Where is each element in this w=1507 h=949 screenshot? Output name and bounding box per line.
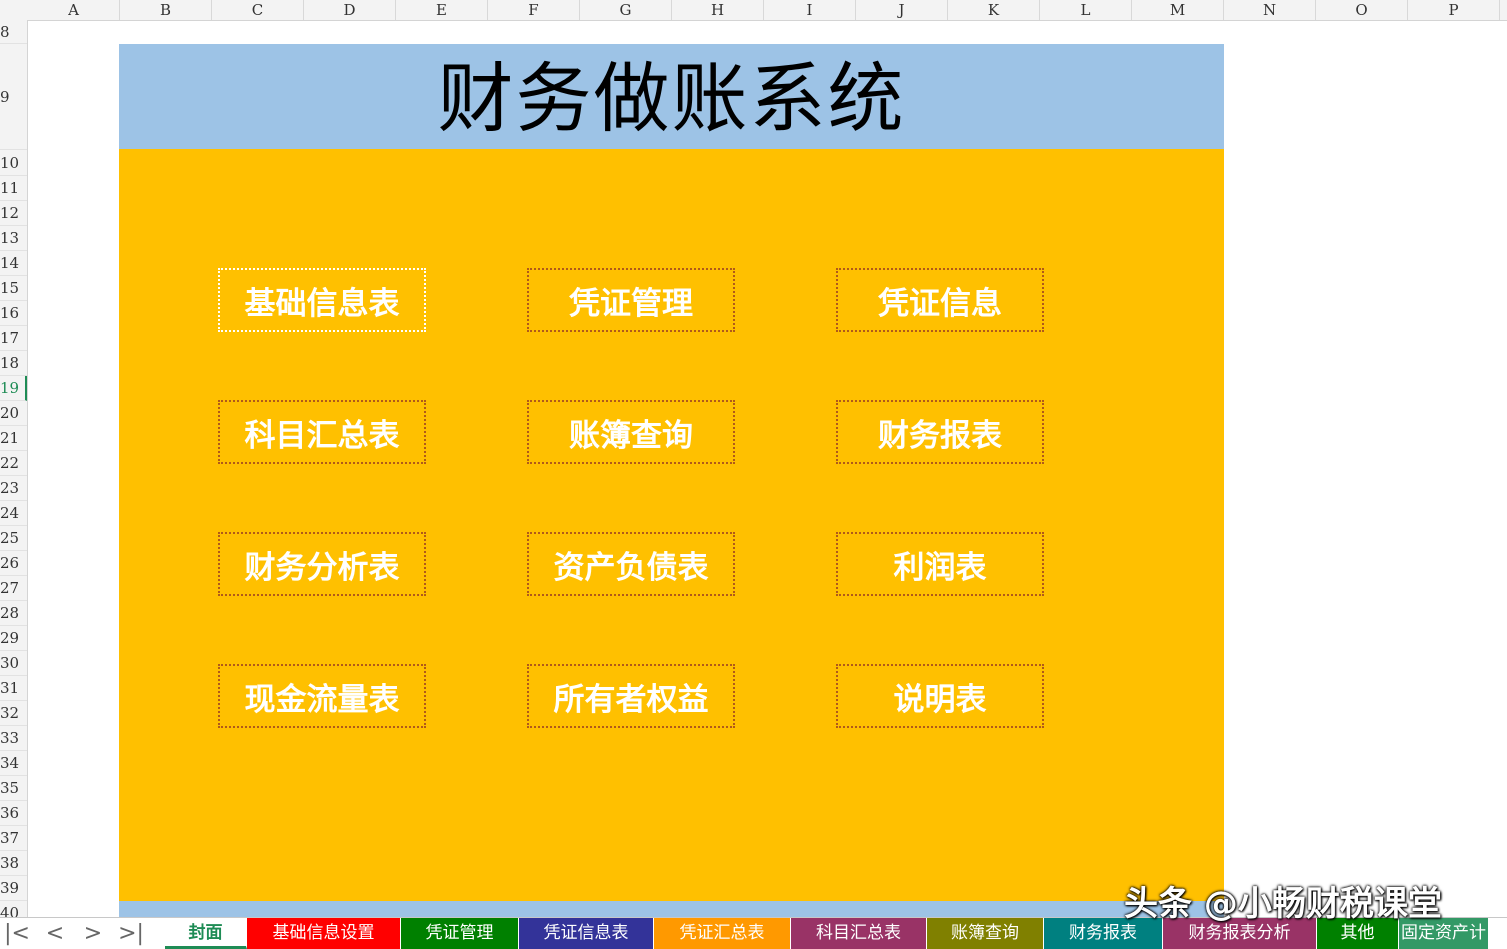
menu-button-6[interactable]: 财务报表 — [836, 400, 1044, 464]
row-header-34[interactable]: 34 — [0, 751, 27, 776]
row-header-25[interactable]: 25 — [0, 526, 27, 551]
column-header-o[interactable]: O — [1316, 0, 1408, 20]
column-header-bar: ABCDEFGHIJKLMNOP — [0, 0, 1507, 21]
menu-button-3[interactable]: 凭证信息 — [836, 268, 1044, 332]
row-header-40[interactable]: 40 — [0, 901, 27, 917]
column-header-l[interactable]: L — [1040, 0, 1132, 20]
row-header-10[interactable]: 10 — [0, 150, 27, 176]
menu-button-8[interactable]: 资产负债表 — [527, 532, 735, 596]
row-header-17[interactable]: 17 — [0, 326, 27, 351]
row-header-20[interactable]: 20 — [0, 401, 27, 426]
row-header-9[interactable]: 9 — [0, 44, 27, 150]
menu-button-11[interactable]: 所有者权益 — [527, 664, 735, 728]
sheet-tab-2[interactable]: 基础信息设置 — [247, 918, 401, 949]
first-sheet-button[interactable]: |< — [2, 918, 32, 949]
column-header-n[interactable]: N — [1224, 0, 1316, 20]
row-header-16[interactable]: 16 — [0, 301, 27, 326]
row-header-13[interactable]: 13 — [0, 226, 27, 251]
column-header-h[interactable]: H — [672, 0, 764, 20]
column-header-k[interactable]: K — [948, 0, 1040, 20]
menu-button-5[interactable]: 账簿查询 — [527, 400, 735, 464]
row-header-14[interactable]: 14 — [0, 251, 27, 276]
row-header-32[interactable]: 32 — [0, 701, 27, 726]
column-header-e[interactable]: E — [396, 0, 488, 20]
row-header-29[interactable]: 29 — [0, 626, 27, 651]
row-header-12[interactable]: 12 — [0, 201, 27, 226]
column-header-p[interactable]: P — [1408, 0, 1500, 20]
column-header-c[interactable]: C — [212, 0, 304, 20]
menu-button-12[interactable]: 说明表 — [836, 664, 1044, 728]
column-header-i[interactable]: I — [764, 0, 856, 20]
sheet-tab-1[interactable]: 封面 — [165, 918, 247, 949]
row-header-21[interactable]: 21 — [0, 426, 27, 451]
menu-button-2[interactable]: 凭证管理 — [527, 268, 735, 332]
row-header-35[interactable]: 35 — [0, 776, 27, 801]
row-header-33[interactable]: 33 — [0, 726, 27, 751]
row-header-23[interactable]: 23 — [0, 476, 27, 501]
column-header-b[interactable]: B — [120, 0, 212, 20]
row-header-30[interactable]: 30 — [0, 651, 27, 676]
row-header-31[interactable]: 31 — [0, 676, 27, 701]
column-header-f[interactable]: F — [488, 0, 580, 20]
bottom-band — [119, 901, 1224, 917]
column-header-g[interactable]: G — [580, 0, 672, 20]
row-header-28[interactable]: 28 — [0, 601, 27, 626]
row-header-24[interactable]: 24 — [0, 501, 27, 526]
row-header-22[interactable]: 22 — [0, 451, 27, 476]
row-header-36[interactable]: 36 — [0, 801, 27, 826]
row-header-37[interactable]: 37 — [0, 826, 27, 851]
menu-button-9[interactable]: 利润表 — [836, 532, 1044, 596]
title-band: 财务做账系统 — [119, 44, 1224, 149]
sheet-tab-6[interactable]: 科目汇总表 — [791, 918, 927, 949]
menu-button-7[interactable]: 财务分析表 — [218, 532, 426, 596]
column-header-j[interactable]: J — [856, 0, 948, 20]
sheet-tab-5[interactable]: 凭证汇总表 — [654, 918, 791, 949]
row-header-bar: 8 9 10 11 12 13 14 15 16 17 18 19 20 21 22 23 24 25 26 27 28… — [0, 20, 28, 917]
menu-button-10[interactable]: 现金流量表 — [218, 664, 426, 728]
next-sheet-button[interactable]: > — [78, 918, 108, 949]
sheet-tab-4[interactable]: 凭证信息表 — [519, 918, 654, 949]
menu-button-4[interactable]: 科目汇总表 — [218, 400, 426, 464]
row-header-39[interactable]: 39 — [0, 876, 27, 901]
column-header-a[interactable]: A — [28, 0, 120, 20]
column-header-d[interactable]: D — [304, 0, 396, 20]
row-header-38[interactable]: 38 — [0, 851, 27, 876]
row-header-26[interactable]: 26 — [0, 551, 27, 576]
menu-button-1[interactable]: 基础信息表 — [218, 268, 426, 332]
row-header-19[interactable]: 19 — [0, 376, 27, 401]
column-header-m[interactable]: M — [1132, 0, 1224, 20]
row-header-18[interactable]: 18 — [0, 351, 27, 376]
sheet-tab-7[interactable]: 账簿查询 — [927, 918, 1044, 949]
row-header-15[interactable]: 15 — [0, 276, 27, 301]
main-menu-panel: 基础信息表 凭证管理 凭证信息科目汇总表 账簿查询 财务报表财务分析表 资产负债表 利润表现… — [119, 149, 1224, 901]
row-header-8[interactable]: 8 — [0, 20, 27, 44]
row-header-11[interactable]: 11 — [0, 176, 27, 201]
sheet-tab-3[interactable]: 凭证管理 — [401, 918, 519, 949]
prev-sheet-button[interactable]: < — [40, 918, 70, 949]
page-title: 财务做账系统 — [437, 54, 906, 143]
row-header-27[interactable]: 27 — [0, 576, 27, 601]
watermark-text: 头条 @小畅财税课堂 — [1124, 884, 1442, 924]
last-sheet-button[interactable]: >| — [116, 918, 146, 949]
